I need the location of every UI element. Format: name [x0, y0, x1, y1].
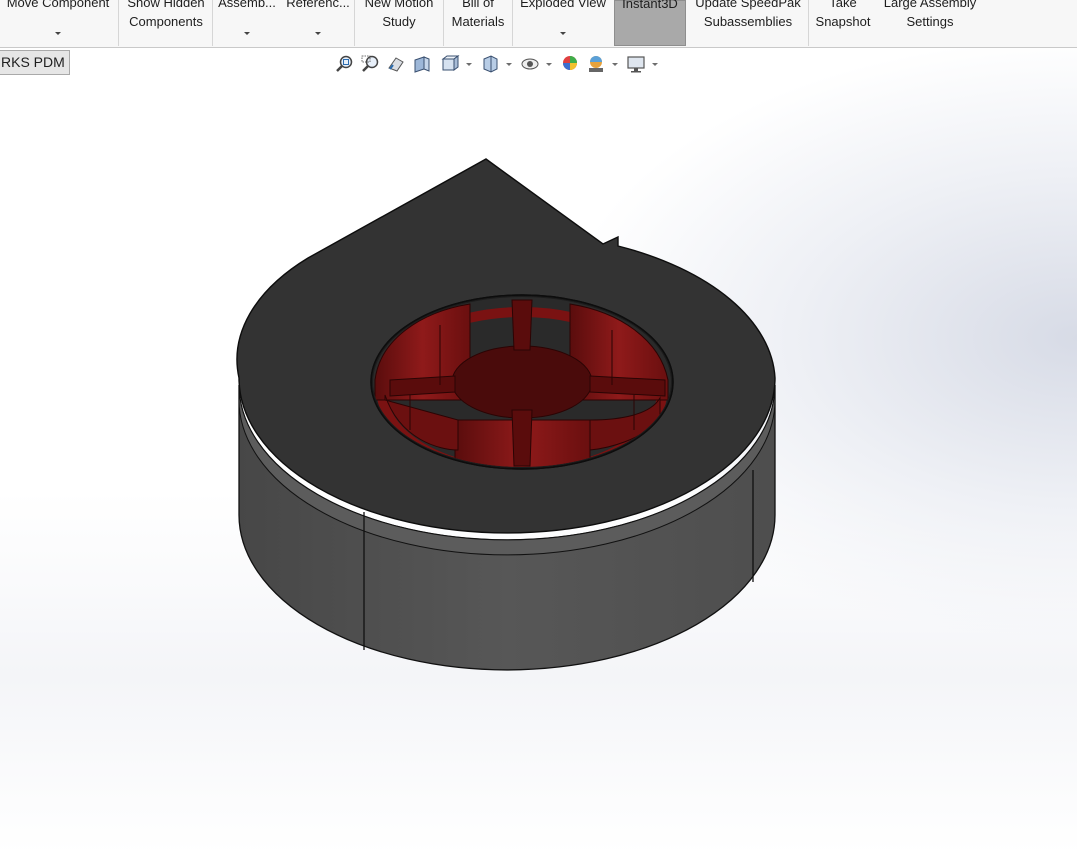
ribbon-separator: [118, 0, 119, 46]
edit-appearance-icon[interactable]: [560, 54, 580, 74]
chevron-down-icon: [55, 32, 61, 35]
tab-pdm[interactable]: RKS PDM: [0, 50, 70, 75]
chevron-down-icon: [244, 32, 250, 35]
take-snapshot-button[interactable]: Take Snapshot: [810, 0, 876, 46]
chevron-down-icon[interactable]: [652, 63, 658, 66]
previous-view-icon[interactable]: [386, 54, 406, 74]
zoom-to-fit-icon[interactable]: [334, 54, 354, 74]
reference-geometry-button[interactable]: Referenc...: [282, 0, 354, 46]
move-component-button[interactable]: Move Component: [0, 0, 116, 46]
zoom-to-area-icon[interactable]: [360, 54, 380, 74]
bill-of-materials-button[interactable]: Bill of Materials: [445, 0, 511, 46]
update-speedpak-button[interactable]: Update SpeedPak Subassemblies: [690, 0, 806, 46]
chevron-down-icon: [315, 32, 321, 35]
hide-show-items-icon[interactable]: [520, 54, 540, 74]
blower-housing-model[interactable]: [0, 48, 1077, 854]
chevron-down-icon: [560, 32, 566, 35]
ribbon-separator: [354, 0, 355, 46]
chevron-down-icon[interactable]: [546, 63, 552, 66]
large-assembly-settings-button[interactable]: Large Assembly Settings: [878, 0, 982, 46]
tab-label: RKS PDM: [1, 54, 65, 70]
exploded-view-button[interactable]: Exploded View: [514, 0, 612, 46]
new-motion-study-button[interactable]: New Motion Study: [356, 0, 442, 46]
ribbon-separator: [443, 0, 444, 46]
chevron-down-icon[interactable]: [506, 63, 512, 66]
section-view-icon[interactable]: [412, 54, 432, 74]
chevron-down-icon[interactable]: [466, 63, 472, 66]
view-orientation-icon[interactable]: [440, 54, 460, 74]
ribbon-separator: [212, 0, 213, 46]
instant3d-button[interactable]: Instant3D: [614, 0, 686, 46]
command-manager-ribbon: Move Component Show Hidden Components As…: [0, 0, 1077, 48]
assembly-features-button[interactable]: Assemb...: [214, 0, 280, 46]
chevron-down-icon[interactable]: [612, 63, 618, 66]
graphics-area[interactable]: [0, 48, 1077, 854]
view-settings-icon[interactable]: [626, 54, 646, 74]
display-style-icon[interactable]: [480, 54, 500, 74]
ribbon-separator: [808, 0, 809, 46]
apply-scene-icon[interactable]: [586, 54, 606, 74]
show-hidden-components-button[interactable]: Show Hidden Components: [120, 0, 212, 46]
ribbon-separator: [512, 0, 513, 46]
